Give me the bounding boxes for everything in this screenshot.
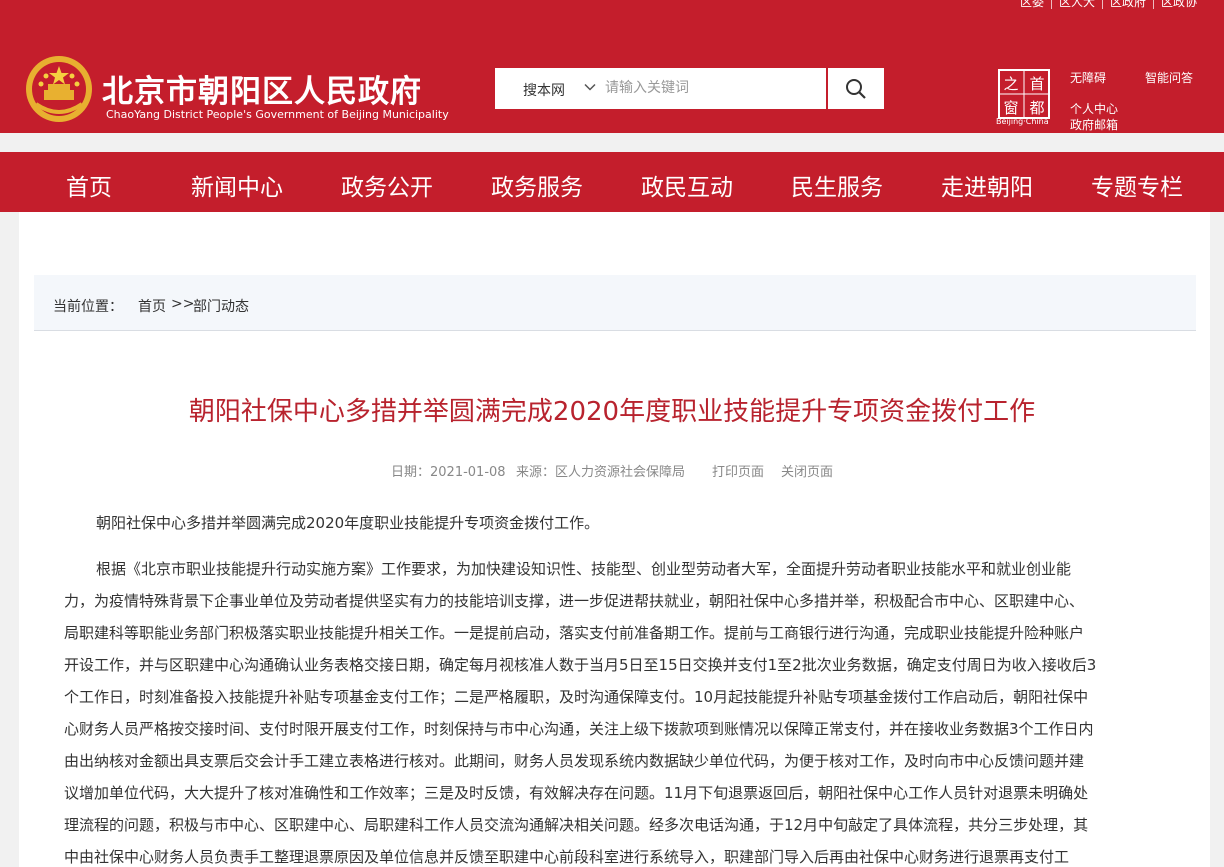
- search-box: 搜本网: [495, 68, 884, 109]
- nav-item-gov-affairs-open[interactable]: 政务公开: [341, 168, 433, 202]
- smart-qa-link[interactable]: 智能问答: [1145, 69, 1193, 86]
- top-link-district-government[interactable]: 区政府: [1101, 0, 1153, 9]
- top-links: 区委 区人大 区政府 区政协: [1013, 0, 1204, 9]
- gov-mail-link[interactable]: 政府邮箱: [1070, 116, 1118, 133]
- search-input[interactable]: [605, 73, 825, 103]
- article-title: 朝阳社保中心多措并举圆满完成2020年度职业技能提升专项资金拨付工作: [188, 397, 1036, 427]
- body-line: 力，为疫情特殊背景下企事业单位及劳动者提供坚实有力的技能培训支撑，进一步促进帮扶…: [64, 592, 1085, 610]
- search-button[interactable]: [828, 68, 884, 109]
- national-emblem-icon[interactable]: [24, 54, 94, 124]
- body-line: 开设工作，并与区职建中心沟通确认业务表格交接日期，确定每月视核准人数于当月5日至…: [64, 656, 1097, 674]
- breadcrumb-separator: >>: [171, 296, 195, 312]
- breadcrumb-label: 当前位置：: [53, 299, 123, 315]
- site-header: 区委 区人大 区政府 区政协 北京市朝阳区人民政府 ChaoYang Distr…: [0, 0, 1224, 133]
- nav-item-livelihood[interactable]: 民生服务: [791, 168, 883, 202]
- article-lead-paragraph: 朝阳社保中心多措并举圆满完成2020年度职业技能提升专项资金拨付工作。: [96, 514, 600, 532]
- nav-item-interaction[interactable]: 政民互动: [641, 168, 733, 202]
- main-nav: 首页 新闻中心 政务公开 政务服务 政民互动 民生服务 走进朝阳 专题专栏: [0, 152, 1224, 212]
- search-scope-select[interactable]: 搜本网: [523, 80, 565, 100]
- svg-text:首: 首: [1029, 75, 1044, 93]
- nav-item-news[interactable]: 新闻中心: [191, 168, 283, 202]
- print-page-link[interactable]: 打印页面: [712, 461, 764, 480]
- body-line: 心财务人员严格按交接时间、支付时限开展支付工作，时刻保持与市中心沟通，关注上级下…: [64, 720, 1094, 738]
- article-date: 日期：2021-01-08: [391, 465, 506, 480]
- body-line: 由出纳核对金额出具支票后交会计手工建立表格进行核对。此期间，财务人员发现系统内数…: [64, 752, 1085, 770]
- body-line: 中由社保中心财务人员负责手工整理退票原因及单位信息并反馈至职建中心前段科室进行系…: [64, 848, 1070, 866]
- body-line: 个工作日，时刻准备投入技能提升补贴专项基金支付工作；二是严格履职，及时沟通保障支…: [64, 688, 1089, 706]
- breadcrumb-current-link[interactable]: 部门动态: [193, 296, 249, 316]
- body-line: 理流程的问题，积极与市中心、区职建中心、局职建科工作人员交流沟通解决相关问题。经…: [64, 816, 1089, 834]
- body-line: 局职建科等职能业务部门积极落实职业技能提升相关工作。一是提前启动，落实支付前准备…: [64, 624, 1085, 642]
- breadcrumb-home-link[interactable]: 首页: [138, 296, 166, 316]
- nav-item-gov-services[interactable]: 政务服务: [491, 168, 583, 202]
- site-subtitle: ChaoYang District People's Government of…: [106, 108, 449, 121]
- svg-text:之: 之: [1003, 75, 1018, 93]
- personal-center-link[interactable]: 个人中心: [1070, 100, 1118, 117]
- close-page-link[interactable]: 关闭页面: [781, 461, 833, 480]
- top-link-district-committee[interactable]: 区委: [1013, 0, 1051, 9]
- capital-logo-caption: Beijing·China: [996, 117, 1049, 126]
- body-line: 根据《北京市职业技能提升行动实施方案》工作要求，为加快建设知识性、技能型、创业型…: [96, 560, 1072, 578]
- top-link-district-congress[interactable]: 区人大: [1050, 0, 1102, 9]
- svg-text:都: 都: [1029, 99, 1044, 117]
- article-body-paragraph: 根据《北京市职业技能提升行动实施方案》工作要求，为加快建设知识性、技能型、创业型…: [64, 553, 1164, 867]
- site-title[interactable]: 北京市朝阳区人民政府: [102, 66, 422, 111]
- accessibility-link[interactable]: 无障碍: [1070, 69, 1106, 86]
- chevron-down-icon[interactable]: [583, 80, 597, 94]
- breadcrumb: 当前位置： 首页 >> 部门动态: [34, 275, 1196, 331]
- top-link-district-cppcc[interactable]: 区政协: [1152, 0, 1204, 9]
- nav-item-about-chaoyang[interactable]: 走进朝阳: [941, 168, 1033, 202]
- article-source: 来源：区人力资源社会保障局: [516, 465, 686, 480]
- capital-window-logo-icon[interactable]: 之 首 窗 都: [997, 68, 1051, 124]
- search-icon: [846, 78, 866, 99]
- svg-text:窗: 窗: [1003, 99, 1018, 117]
- nav-item-home[interactable]: 首页: [66, 168, 112, 202]
- nav-item-special-topics[interactable]: 专题专栏: [1091, 168, 1183, 202]
- body-line: 议增加单位代码，大大提升了核对准确性和工作效率；三是及时反馈，有效解决存在问题。…: [64, 784, 1089, 802]
